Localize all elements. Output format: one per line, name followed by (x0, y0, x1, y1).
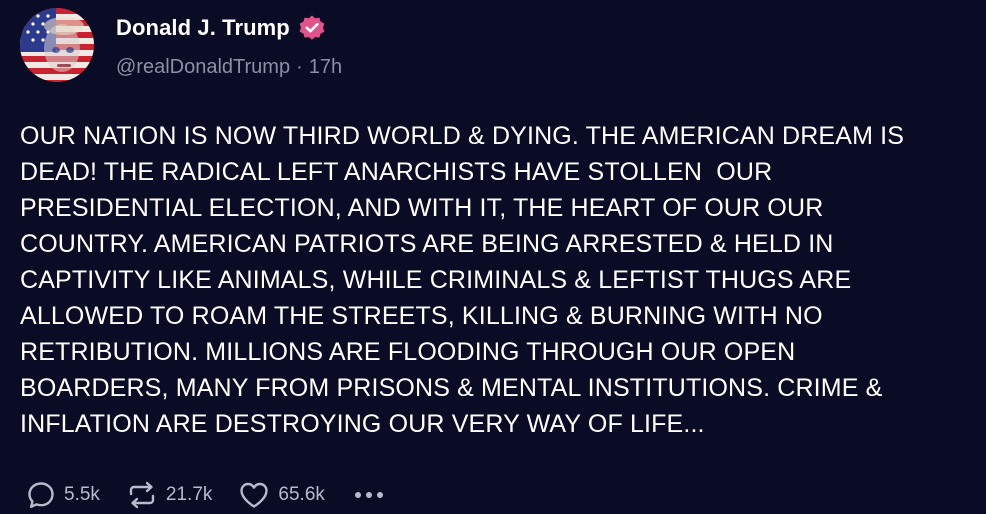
more-dot (354, 492, 361, 498)
post-body-line: INFLATION ARE DESTROYING OUR VERY WAY OF… (20, 410, 705, 438)
post-body-line: OUR NATION IS NOW THIRD WORLD & DYING. T… (20, 122, 905, 150)
reply-icon (28, 482, 54, 508)
post-actions-bar: 5.5k 21.7k 65.6k (26, 478, 387, 512)
repost-button[interactable]: 21.7k (126, 480, 212, 510)
author-name-row: Donald J. Trump (116, 14, 326, 42)
like-count: 65.6k (278, 484, 325, 505)
author-meta-row: @realDonaldTrump · 17h (116, 56, 342, 79)
reply-button[interactable]: 5.5k (26, 480, 100, 510)
repost-count: 21.7k (165, 484, 213, 505)
like-button[interactable]: 65.6k (238, 480, 325, 510)
verified-badge-icon (298, 14, 326, 42)
heart-icon (240, 482, 269, 508)
meta-separator: · (296, 56, 303, 78)
reply-count: 5.5k (64, 484, 100, 505)
post-body-line: CAPTIVITY LIKE ANIMALS, WHILE CRIMINALS … (20, 266, 852, 294)
author-handle[interactable]: @realDonaldTrump (116, 56, 290, 79)
post-body-line: ALLOWED TO ROAM THE STREETS, KILLING & B… (20, 302, 823, 330)
more-dot (365, 492, 372, 498)
post-body: OUR NATION IS NOW THIRD WORLD & DYING. T… (20, 118, 970, 442)
post-card: Donald J. Trump @realDonaldTrump · 17h O… (0, 0, 986, 514)
post-timestamp[interactable]: 17h (309, 56, 342, 79)
post-body-line: COUNTRY. AMERICAN PATRIOTS ARE BEING ARR… (20, 230, 834, 258)
post-body-line: DEAD! THE RADICAL LEFT ANARCHISTS HAVE S… (20, 158, 773, 186)
more-options-icon[interactable] (351, 492, 387, 498)
post-body-line: RETRIBUTION. MILLIONS ARE FLOODING THROU… (20, 338, 796, 366)
repost-icon (129, 481, 155, 509)
flag-portrait-avatar (20, 8, 94, 82)
avatar[interactable] (20, 8, 94, 82)
author-display-name[interactable]: Donald J. Trump (116, 15, 290, 41)
post-body-line: BOARDERS, MANY FROM PRISONS & MENTAL INS… (20, 374, 883, 402)
more-dot (376, 492, 383, 498)
post-body-line: PRESIDENTIAL ELECTION, AND WITH IT, THE … (20, 194, 824, 222)
